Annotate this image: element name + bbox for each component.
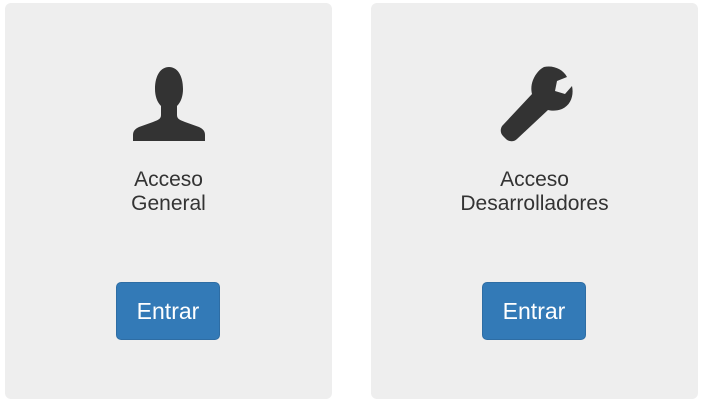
- general-enter-button[interactable]: Entrar: [116, 282, 220, 340]
- general-access-card: Acceso General Entrar: [5, 3, 332, 399]
- user-icon: [5, 63, 332, 143]
- developers-access-title: Acceso Desarrolladores: [371, 168, 698, 216]
- developers-access-title-line2: Desarrolladores: [460, 192, 609, 215]
- general-access-title-line1: Acceso: [134, 168, 203, 191]
- developers-access-card: Acceso Desarrolladores Entrar: [371, 3, 698, 399]
- wrench-icon: [371, 63, 698, 143]
- access-selection-panel: Acceso General Entrar Acceso Desarrollad…: [0, 0, 705, 407]
- general-access-title: Acceso General: [5, 168, 332, 216]
- general-access-title-line2: General: [131, 192, 206, 215]
- developers-enter-button[interactable]: Entrar: [482, 282, 586, 340]
- developers-access-title-line1: Acceso: [500, 168, 569, 191]
